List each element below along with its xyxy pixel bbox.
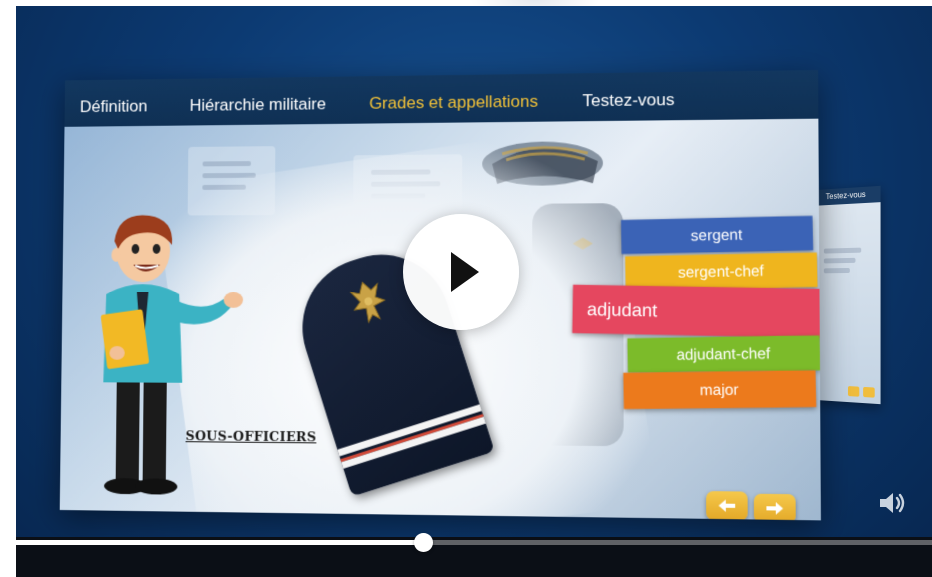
rank-sergent[interactable]: sergent: [620, 215, 814, 255]
previous-slide-button[interactable]: [706, 491, 748, 521]
cartoon-presenter: [100, 215, 244, 495]
tab-definition[interactable]: Définition: [80, 97, 148, 127]
rank-adjudant[interactable]: adjudant: [572, 284, 821, 339]
progress-handle[interactable]: [413, 533, 433, 552]
side-prev-button: [847, 386, 860, 397]
tab-testez-vous[interactable]: Testez-vous: [582, 90, 674, 121]
rank-adjudant-chef[interactable]: adjudant-chef: [627, 335, 821, 373]
rank-major[interactable]: major: [623, 370, 817, 410]
progress-bar[interactable]: [16, 533, 932, 552]
play-icon: [451, 252, 479, 292]
video-player: Testez-vous Définition Hiérarchie milita…: [0, 0, 932, 577]
progress-fill: [16, 540, 423, 545]
side-next-button: [863, 386, 875, 398]
arrow-right-icon: [766, 502, 784, 515]
slide-navigation: Définition Hiérarchie militaire Grades e…: [64, 70, 819, 127]
play-button[interactable]: [403, 214, 519, 330]
eagle-insignia-icon: [342, 272, 398, 341]
rank-sergent-chef[interactable]: sergent-chef: [625, 252, 818, 291]
slide-caption: SOUS-OFFICIERS: [185, 429, 317, 446]
volume-icon[interactable]: [877, 490, 907, 516]
tab-grades-et-appellations[interactable]: Grades et appellations: [369, 92, 538, 124]
tab-hierarchie-militaire[interactable]: Hiérarchie militaire: [189, 94, 326, 125]
arrow-left-icon: [718, 499, 736, 513]
text-line: [202, 161, 251, 167]
next-slide-button[interactable]: [753, 493, 796, 521]
